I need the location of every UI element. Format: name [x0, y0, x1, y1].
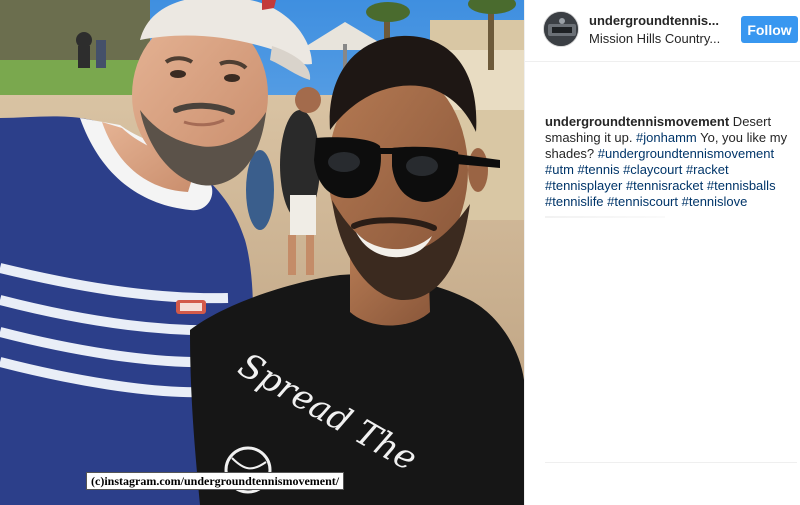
hashtag[interactable]: #tenniscourt — [607, 194, 678, 209]
hashtag[interactable]: #tennisplayer — [545, 178, 622, 193]
caption-mention[interactable]: #jonhamm — [636, 130, 697, 145]
post-location[interactable]: Mission Hills Country... — [589, 31, 729, 46]
hashtag[interactable]: #tennisballs — [707, 178, 776, 193]
follow-button[interactable]: Follow — [741, 16, 798, 43]
hashtag[interactable]: #utm — [545, 162, 574, 177]
post-caption: undergroundtennismovement Desert smashin… — [545, 114, 797, 210]
post-photo[interactable]: Spread The (c)instagram.com/undergroundt… — [0, 0, 524, 505]
hashtag[interactable]: #undergroundtennismovement — [598, 146, 774, 161]
section-divider — [545, 462, 797, 463]
post-side-panel: undergroundtennis... Mission Hills Count… — [524, 0, 800, 505]
hashtag[interactable]: #tennis — [578, 162, 620, 177]
hashtag[interactable]: #claycourt — [623, 162, 682, 177]
post-username[interactable]: undergroundtennis... — [589, 13, 729, 28]
selfie-photo: Spread The — [0, 0, 524, 505]
hashtag[interactable]: #tennislife — [545, 194, 604, 209]
post-header: undergroundtennis... Mission Hills Count… — [525, 0, 800, 62]
avatar[interactable] — [543, 11, 579, 47]
hashtag[interactable]: #tennislove — [682, 194, 748, 209]
copyright-watermark: (c)instagram.com/undergroundtennismoveme… — [86, 472, 345, 490]
caption-username[interactable]: undergroundtennismovement — [545, 114, 729, 129]
hashtag[interactable]: #racket — [686, 162, 729, 177]
avatar-image — [544, 12, 578, 46]
instagram-post-view: Spread The (c)instagram.com/undergroundt… — [0, 0, 800, 505]
hashtag[interactable]: #tennisracket — [626, 178, 703, 193]
faded-comment-placeholder — [545, 216, 665, 218]
